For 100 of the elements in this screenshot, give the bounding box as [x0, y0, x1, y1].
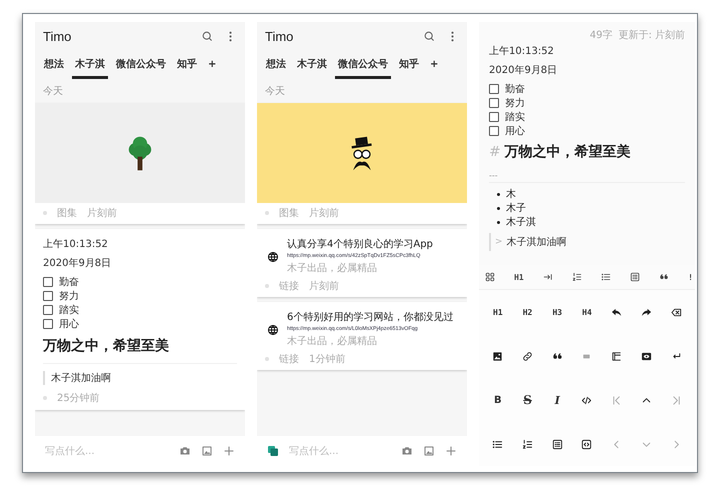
- tab[interactable]: 木子淇: [294, 50, 330, 79]
- app-title: Timo: [43, 28, 72, 44]
- preview-icon[interactable]: [640, 350, 652, 362]
- checkbox[interactable]: [43, 319, 53, 329]
- quote-icon[interactable]: [552, 350, 563, 362]
- list-icon[interactable]: [492, 438, 504, 450]
- bullet-dot: [497, 192, 500, 196]
- plus-icon[interactable]: [445, 445, 457, 457]
- tab[interactable]: 微信公众号: [113, 50, 169, 79]
- input-field[interactable]: 写点什么...: [45, 446, 169, 456]
- undo-icon[interactable]: [611, 306, 622, 318]
- camera-icon[interactable]: [401, 445, 413, 457]
- card-tag: 图集: [279, 206, 299, 220]
- link-note: 木子出品，必属精品: [287, 262, 378, 275]
- app-icon[interactable]: [267, 445, 279, 457]
- numbered-list-icon[interactable]: [522, 438, 534, 450]
- format-button[interactable]: H2: [522, 308, 532, 316]
- card-tag: 图集: [57, 206, 77, 220]
- word-count: 更新于: 片刻前: [618, 28, 685, 42]
- bullet-text: 木: [506, 188, 516, 201]
- italic-button[interactable]: I: [554, 394, 560, 406]
- heading-mark: #: [489, 144, 501, 160]
- card-time: 片刻前: [87, 206, 117, 220]
- checkbox[interactable]: [489, 84, 499, 94]
- format-button[interactable]: !: [688, 272, 693, 282]
- checklist-icon[interactable]: [630, 272, 640, 282]
- quote-mark: >: [495, 237, 503, 247]
- bullet-text: 木子淇: [506, 216, 536, 229]
- todo-label: 努力: [505, 96, 525, 110]
- checklist-icon[interactable]: [552, 438, 563, 450]
- card-tag: 链接: [279, 352, 299, 366]
- format-button[interactable]: H1: [493, 308, 503, 316]
- link-title: 6个特别好用的学习网站，你都没见过: [287, 310, 454, 324]
- grid-icon[interactable]: [485, 272, 495, 282]
- bullet-text: 木子: [506, 202, 526, 215]
- todo-label: 勤奋: [59, 276, 79, 289]
- format-button[interactable]: H1: [514, 272, 524, 282]
- word-count: 49字: [590, 28, 612, 42]
- quote-text: 木子淇加油啊: [506, 236, 567, 249]
- code-block-icon[interactable]: [581, 438, 592, 450]
- plus-icon[interactable]: [223, 445, 235, 457]
- card-time: 1分钟前: [309, 352, 346, 366]
- quote-text: 木子淇加油啊: [43, 371, 237, 385]
- table-icon[interactable]: [611, 350, 622, 362]
- list-icon[interactable]: [600, 272, 611, 282]
- todo-label: 勤奋: [505, 82, 525, 96]
- tab[interactable]: 知乎: [396, 50, 422, 79]
- todo-label: 踏实: [505, 110, 525, 124]
- section-label: 今天: [42, 85, 64, 99]
- checkbox[interactable]: [43, 291, 53, 301]
- note-text: 上午10:13:52: [43, 238, 109, 251]
- note-text: 2020年9月8日: [43, 257, 112, 270]
- bullet-dot: [497, 220, 500, 224]
- app-title: Timo: [265, 28, 294, 44]
- search-icon[interactable]: [201, 30, 214, 42]
- card-time: 片刻前: [309, 280, 339, 293]
- image-icon[interactable]: [492, 350, 504, 362]
- link-note: 木子出品，必属精品: [287, 334, 378, 348]
- code-icon[interactable]: [581, 394, 592, 406]
- link-title: 认真分享4个特别良心的学习App: [287, 238, 433, 251]
- tab[interactable]: 知乎: [174, 50, 200, 79]
- camera-icon[interactable]: [179, 445, 191, 457]
- section-label: 今天: [264, 85, 286, 99]
- redo-icon[interactable]: [640, 306, 652, 318]
- todo-label: 努力: [59, 290, 79, 303]
- tab[interactable]: 木子淇: [72, 50, 108, 79]
- bold-button[interactable]: B: [494, 394, 502, 406]
- numbered-list-icon[interactable]: [572, 272, 582, 282]
- todo-label: 踏实: [59, 304, 79, 317]
- card-time: 片刻前: [309, 206, 339, 220]
- search-icon[interactable]: [423, 30, 436, 42]
- note-heading: 万物之中，希望至美: [43, 337, 170, 355]
- doc-heading: 万物之中，希望至美: [504, 143, 631, 161]
- card-time: 25分钟前: [57, 392, 100, 405]
- bullet-dot: [497, 206, 500, 210]
- todo-label: 用心: [505, 124, 525, 138]
- backspace-icon[interactable]: [670, 306, 682, 318]
- quote-icon[interactable]: [659, 272, 670, 282]
- strikethrough-button[interactable]: S: [523, 393, 532, 407]
- indent-icon[interactable]: [542, 272, 553, 282]
- link-icon[interactable]: [522, 350, 534, 362]
- globe-icon: [267, 324, 279, 336]
- checkbox[interactable]: [43, 277, 53, 287]
- enter-icon[interactable]: [670, 350, 682, 362]
- note-card[interactable]: 上午10:13:52 2020年9月8日 勤奋 努力 踏实 用心 万物之中，希望至美 木子淇加油啊 25分钟前: [35, 229, 245, 410]
- tab[interactable]: 微信公众号: [335, 50, 391, 79]
- tab[interactable]: 想法: [41, 50, 67, 79]
- tab[interactable]: +: [205, 50, 220, 79]
- format-button[interactable]: H3: [552, 308, 562, 316]
- input-field[interactable]: 写点什么...: [289, 446, 391, 456]
- checkbox[interactable]: [489, 98, 499, 108]
- todo-label: 用心: [59, 318, 79, 331]
- tab[interactable]: 想法: [263, 50, 289, 79]
- tab[interactable]: +: [427, 50, 442, 79]
- rule-mark: ---: [489, 171, 498, 180]
- doc-text: 2020年9月8日: [489, 64, 558, 77]
- checkbox[interactable]: [489, 112, 499, 122]
- checkbox[interactable]: [43, 305, 53, 315]
- format-button[interactable]: H4: [582, 308, 592, 316]
- checkbox[interactable]: [489, 126, 499, 136]
